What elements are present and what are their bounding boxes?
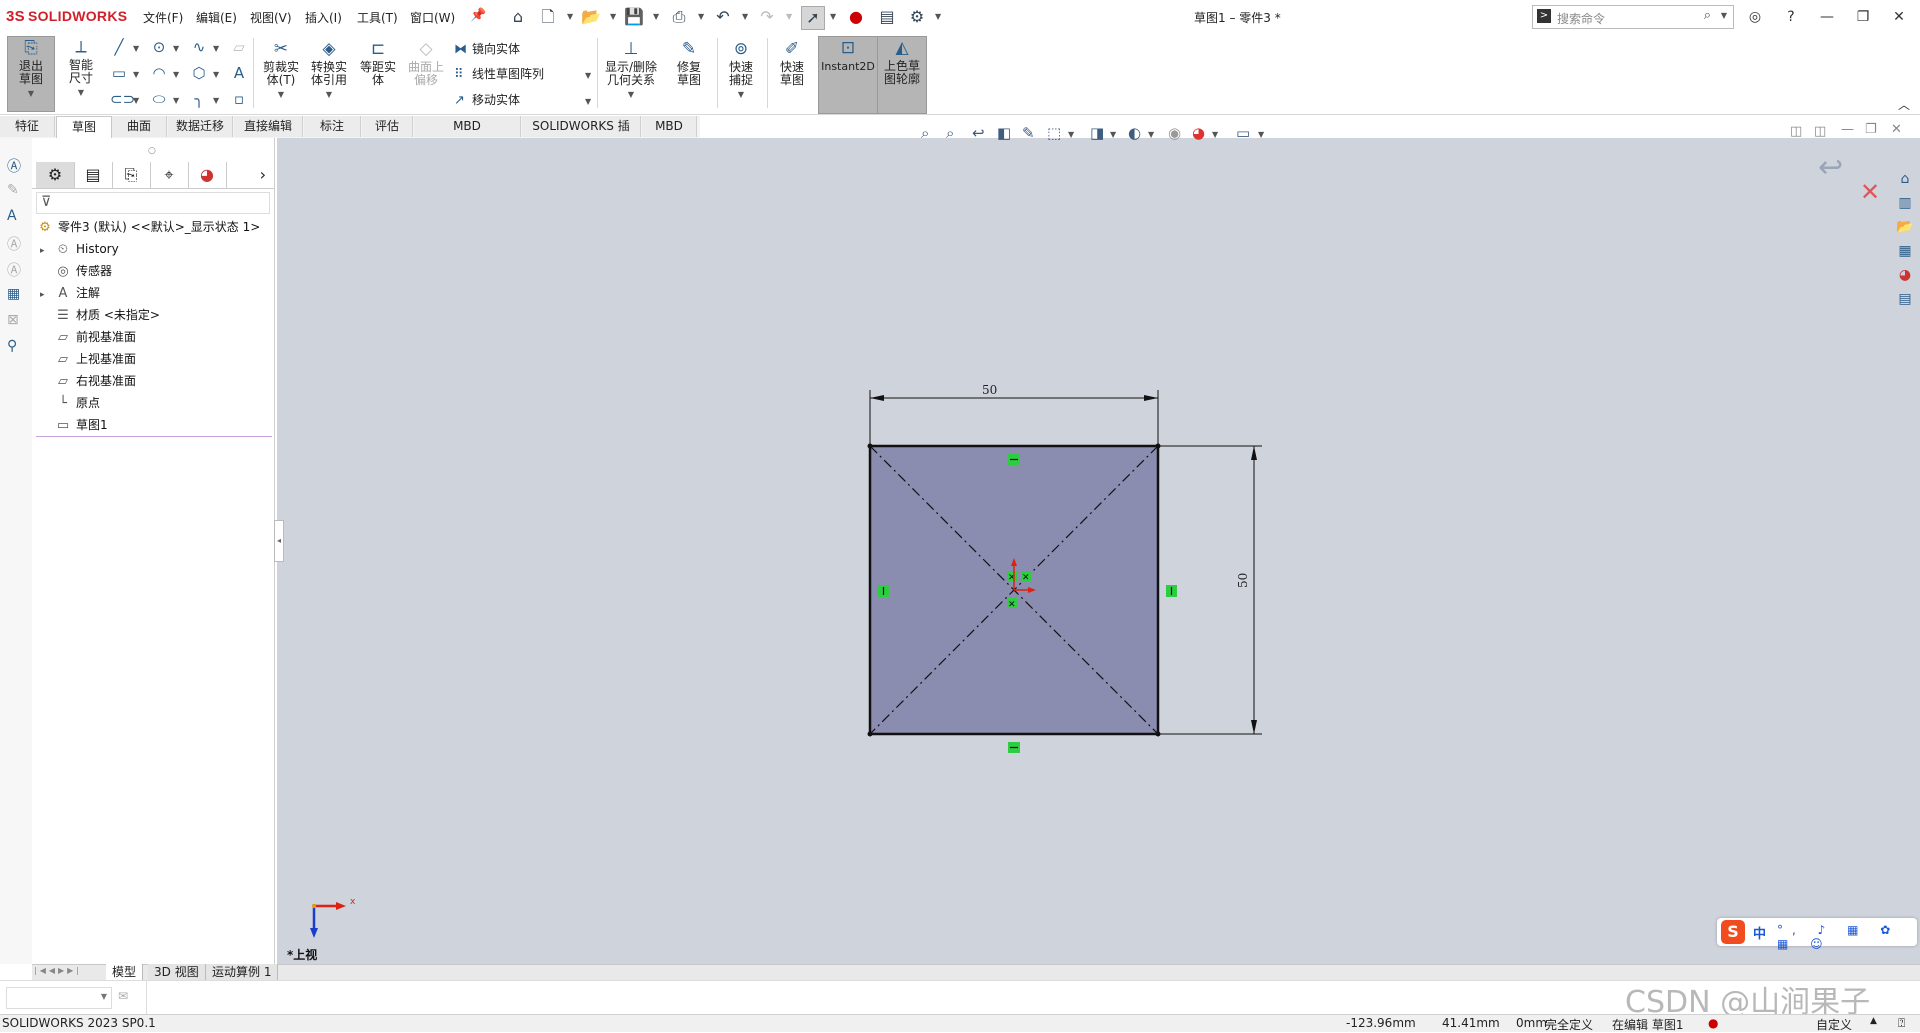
corner-point[interactable] (867, 731, 873, 737)
svg-text:✕: ✕ (1008, 600, 1016, 610)
bottom-tab-0[interactable]: 模型 (106, 964, 144, 980)
status-version: SOLIDWORKS 2023 SP0.1 (2, 1016, 156, 1030)
ime-tool-icons[interactable]: °, ♪ ▦ ✿ ▦ ☺ (1777, 923, 1917, 951)
tab-scroll-arrows[interactable]: |◀◀▶▶| (34, 966, 82, 975)
separator (146, 981, 147, 1015)
status-help-icon[interactable]: ⍰ (1898, 1016, 1905, 1031)
dim-arrow (1144, 395, 1158, 401)
status-editing: 在编辑 草图1 (1612, 1018, 1684, 1032)
dim-arrow (870, 395, 884, 401)
command-dropdown[interactable]: ▼ (6, 987, 112, 1009)
status-x-coordinate: -123.96mm (1346, 1016, 1416, 1030)
status-units[interactable]: 自定义 (1816, 1016, 1852, 1033)
status-sketch-state: 完全定义 (1545, 1018, 1594, 1032)
status-y-coordinate: 41.41mm (1442, 1016, 1500, 1030)
rebuild-status-icon[interactable]: ● (1708, 1016, 1718, 1030)
bottom-tab-1[interactable]: 3D 视图 (148, 964, 206, 980)
sogou-logo: S (1721, 920, 1745, 944)
view-orientation-label: *上视 (287, 948, 318, 962)
ime-toolbar[interactable]: S 中 °, ♪ ▦ ✿ ▦ ☺ (1717, 918, 1917, 951)
dim-arrow (1251, 720, 1257, 734)
triad-x-label: x (350, 897, 356, 907)
vertical-dimension-value[interactable]: 50 (1236, 573, 1250, 588)
bottom-tab-2[interactable]: 运动算例 1 (206, 964, 279, 980)
status-z-coordinate: 0mm (1516, 1016, 1548, 1030)
units-dropdown-arrow[interactable]: ▲ (1870, 1016, 1877, 1026)
dim-arrow (1251, 446, 1257, 460)
command-dropdown-arrow[interactable]: ▼ (101, 992, 107, 1001)
command-history-icon[interactable]: ✉ (118, 989, 128, 1003)
sketch-canvas: ✕ ✕ ✕ (310, 390, 1262, 938)
ime-language[interactable]: 中 (1753, 923, 1766, 942)
horizontal-dimension-value[interactable]: 50 (982, 383, 997, 397)
svg-text:✕: ✕ (1022, 573, 1030, 583)
